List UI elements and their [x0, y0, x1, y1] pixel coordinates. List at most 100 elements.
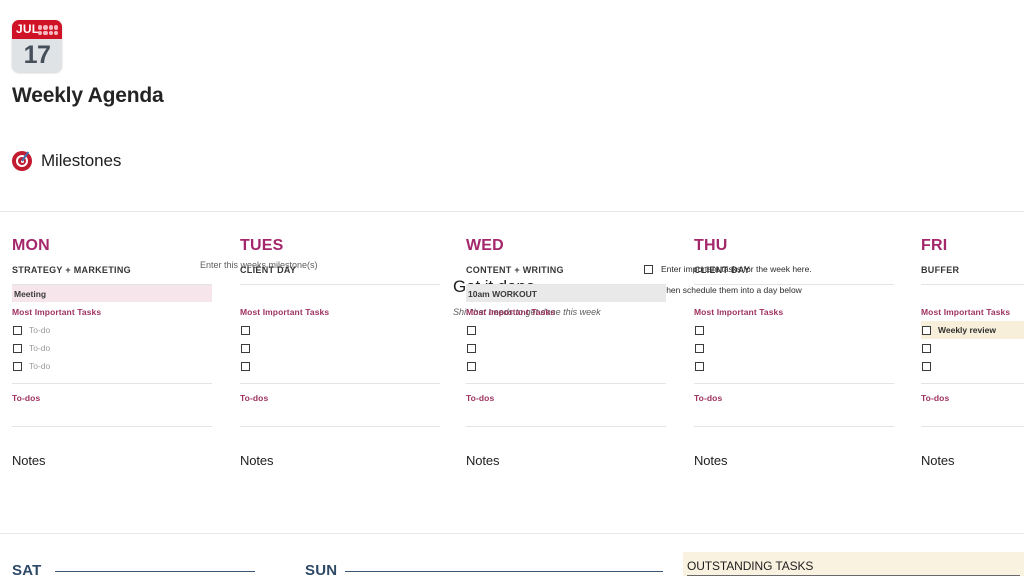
day-name: WED: [466, 237, 504, 254]
todos-label: To-dos: [694, 393, 723, 403]
mit-todo-label: To-do: [29, 343, 51, 353]
mit-todo-label: To-do: [29, 325, 51, 335]
day-theme: CONTENT + WRITING: [466, 265, 564, 275]
mit-label: Most Important Tasks: [12, 307, 102, 317]
day-name: SAT: [12, 562, 42, 576]
checkbox-icon[interactable]: [467, 361, 476, 371]
mit-todo-item[interactable]: To-do: [12, 321, 212, 339]
day-highlight-row[interactable]: [694, 285, 894, 302]
todos-label: To-dos: [466, 393, 495, 403]
mit-todo-item[interactable]: To-do: [12, 339, 212, 357]
mit-todo-item[interactable]: [921, 357, 1024, 375]
column-divider: [921, 383, 1024, 384]
mit-todo-item[interactable]: [466, 321, 666, 339]
checkbox-icon[interactable]: [695, 325, 704, 335]
notes-label: Notes: [921, 453, 955, 468]
checkbox-icon[interactable]: [467, 325, 476, 335]
mit-todo-item[interactable]: To-do: [12, 357, 212, 375]
mit-todo-item[interactable]: [466, 357, 666, 375]
day-name: MON: [12, 237, 50, 254]
day-highlight-row[interactable]: 10am WORKOUT: [466, 285, 666, 302]
mit-todo-label: Weekly review: [938, 325, 996, 335]
checkbox-icon[interactable]: [13, 343, 22, 353]
calendar-dots: [38, 25, 58, 35]
calendar-month-label: JUL: [16, 22, 40, 36]
column-divider: [921, 426, 1024, 427]
mit-todo-item[interactable]: [694, 339, 894, 357]
day-highlight-row[interactable]: Meeting: [12, 285, 212, 302]
day-column-mon: MON STRATEGY + MARKETING Meeting Most Im…: [12, 238, 212, 468]
checkbox-icon[interactable]: [241, 343, 250, 353]
mit-todo-item[interactable]: [694, 357, 894, 375]
milestones-label: Milestones: [41, 151, 122, 170]
mit-todo-item[interactable]: [694, 321, 894, 339]
day-highlight-row[interactable]: [921, 285, 1024, 302]
mit-todo-list: Weekly review: [921, 321, 1024, 375]
day-column-thu: THU CLIENT DAY Most Important Tasks To-d…: [694, 238, 894, 468]
notes-label: Notes: [694, 453, 728, 468]
day-column-sun: SUN: [305, 563, 653, 576]
column-divider: [694, 383, 894, 384]
mit-todo-list: [240, 321, 440, 375]
notes-label: Notes: [240, 453, 274, 468]
day-highlight-row[interactable]: [240, 285, 440, 302]
column-divider: [694, 426, 894, 427]
column-divider: [12, 383, 212, 384]
column-divider: [466, 426, 666, 427]
mit-label: Most Important Tasks: [466, 307, 556, 317]
calendar-day-label: 17: [23, 41, 51, 69]
top-band: Milestones Enter this weeks milestone(s)…: [0, 125, 1024, 317]
checkbox-icon[interactable]: [241, 325, 250, 335]
divider-top: [0, 211, 1024, 212]
checkbox-icon[interactable]: [922, 361, 931, 371]
todos-label: To-dos: [921, 393, 950, 403]
weekend-divider: [55, 571, 255, 572]
todos-label: To-dos: [240, 393, 269, 403]
column-divider: [240, 426, 440, 427]
weekly-agenda-page: JUL 17 Weekly Agenda Milestones Enter th…: [0, 0, 1024, 576]
day-name: TUES: [240, 237, 284, 254]
mit-label: Most Important Tasks: [921, 307, 1011, 317]
target-icon: [12, 151, 32, 171]
day-column-fri: FRI BUFFER Most Important Tasks Weekly r…: [921, 238, 1024, 468]
day-column-wed: WED CONTENT + WRITING 10am WORKOUT Most …: [466, 238, 666, 468]
checkbox-icon[interactable]: [922, 325, 931, 335]
notes-label: Notes: [12, 453, 46, 468]
day-name: SUN: [305, 562, 338, 576]
mit-label: Most Important Tasks: [240, 307, 330, 317]
mit-label: Most Important Tasks: [694, 307, 784, 317]
calendar-icon-header: JUL: [12, 20, 62, 39]
weekend-divider: [345, 571, 663, 572]
day-name: FRI: [921, 237, 948, 254]
mit-todo-item[interactable]: [240, 339, 440, 357]
checkbox-icon[interactable]: [467, 343, 476, 353]
checkbox-icon[interactable]: [695, 343, 704, 353]
day-column-tues: TUES CLIENT DAY Most Important Tasks To-…: [240, 238, 440, 468]
checkbox-icon[interactable]: [13, 361, 22, 371]
milestones-section: Milestones: [12, 151, 121, 171]
outstanding-tasks-section: OUTSTANDING TASKS: [683, 552, 1024, 576]
calendar-icon-body: 17: [12, 39, 62, 72]
day-theme: CLIENT DAY: [694, 265, 751, 275]
mit-todo-list: To-do To-do To-do: [12, 321, 212, 375]
outstanding-tasks-title: OUTSTANDING TASKS: [687, 559, 814, 573]
mit-todo-item[interactable]: [921, 339, 1024, 357]
mit-todo-item[interactable]: [240, 321, 440, 339]
day-theme: CLIENT DAY: [240, 265, 297, 275]
mit-todo-item[interactable]: Weekly review: [921, 321, 1024, 339]
day-name: THU: [694, 237, 728, 254]
mit-todo-list: [466, 321, 666, 375]
page-title: Weekly Agenda: [12, 84, 164, 107]
column-divider: [240, 383, 440, 384]
column-divider: [12, 426, 212, 427]
mit-todo-list: [694, 321, 894, 375]
checkbox-icon[interactable]: [695, 361, 704, 371]
checkbox-icon[interactable]: [922, 343, 931, 353]
mit-todo-item[interactable]: [240, 357, 440, 375]
checkbox-icon[interactable]: [13, 325, 22, 335]
todos-label: To-dos: [12, 393, 41, 403]
column-divider: [466, 383, 666, 384]
mit-todo-label: To-do: [29, 361, 51, 371]
mit-todo-item[interactable]: [466, 339, 666, 357]
checkbox-icon[interactable]: [241, 361, 250, 371]
